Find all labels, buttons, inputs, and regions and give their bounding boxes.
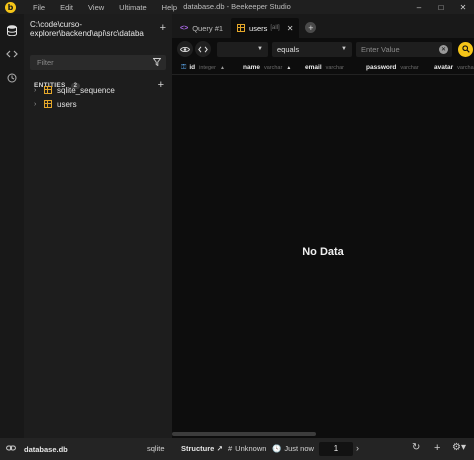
column-header-id[interactable]: ⚿ id integer ▲: [172, 64, 234, 72]
chevron-right-icon[interactable]: ›: [34, 87, 42, 94]
history-icon[interactable]: [0, 66, 24, 90]
database-icon[interactable]: [0, 18, 24, 42]
chevron-right-icon[interactable]: ›: [34, 101, 42, 108]
table-icon: [44, 86, 52, 94]
eye-icon[interactable]: [177, 41, 193, 57]
row-count: # Unknown: [228, 444, 267, 453]
column-select[interactable]: ▼: [217, 41, 268, 57]
column-header-row: ⚿ id integer ▲ name varchar ▲ email varc…: [172, 61, 474, 75]
sidebar-item-users[interactable]: › users: [34, 98, 77, 110]
column-name: id: [189, 64, 196, 71]
add-connection-button[interactable]: +: [160, 23, 166, 34]
window-controls: – □ ✕: [408, 0, 474, 14]
filter-bar: ▼ equals ▼ ✕: [172, 38, 474, 60]
column-type: integer: [199, 64, 216, 71]
column-header-password[interactable]: password varchar: [356, 64, 432, 71]
add-row-button[interactable]: +: [434, 442, 440, 454]
column-name: avatar: [434, 64, 454, 71]
menu-edit[interactable]: Edit: [60, 3, 73, 12]
title-bar: b File Edit View Ultimate Help database.…: [0, 0, 474, 14]
activity-bar: [0, 14, 24, 438]
search-button[interactable]: [458, 41, 473, 57]
search-icon: [461, 45, 470, 53]
column-header-avatar[interactable]: avatar varchar: [432, 64, 474, 71]
tab-users[interactable]: users [all] ✕: [231, 18, 300, 38]
caret-down-icon: ▼: [341, 46, 347, 52]
clear-icon[interactable]: ✕: [439, 44, 448, 54]
next-page-icon[interactable]: ›: [356, 443, 359, 453]
connection-path: C:\code\curso- explorer\backend\api\src\…: [30, 20, 144, 38]
menu-bar: File Edit View Ultimate Help: [33, 3, 192, 12]
add-entity-button[interactable]: +: [158, 79, 164, 91]
close-tab-icon[interactable]: ✕: [287, 24, 294, 33]
empty-state-message: No Data: [302, 246, 344, 258]
sort-icon[interactable]: ▲: [220, 65, 225, 71]
table-icon: [237, 24, 246, 32]
column-type: varchar: [263, 64, 283, 71]
column-type: varchar: [400, 64, 419, 71]
minimize-button[interactable]: –: [408, 0, 430, 14]
gear-icon[interactable]: ⚙▾: [452, 442, 466, 453]
column-type: varchar: [457, 64, 474, 71]
menu-view[interactable]: View: [88, 3, 104, 12]
filter-value-field: ✕: [356, 41, 452, 57]
hash-icon: #: [228, 444, 233, 453]
database-type: sqlite: [147, 444, 165, 453]
last-updated: 🕓 Just now: [272, 444, 314, 453]
horizontal-scrollbar[interactable]: [172, 432, 316, 436]
sidebar: C:\code\curso- explorer\backend\api\src\…: [24, 14, 172, 438]
sidebar-item-label: sqlite_sequence: [57, 85, 115, 95]
connection-name[interactable]: database.db: [24, 445, 68, 454]
sidebar-filter: [30, 55, 166, 70]
column-header-email[interactable]: email varchar: [296, 64, 356, 71]
menu-file[interactable]: File: [33, 3, 45, 12]
column-name: email: [305, 64, 322, 71]
raw-filter-code-icon[interactable]: [195, 41, 211, 57]
sort-icon[interactable]: ▲: [286, 65, 291, 71]
code-icon[interactable]: [0, 42, 24, 66]
operator-select-value: equals: [277, 44, 300, 54]
close-window-button[interactable]: ✕: [452, 0, 474, 14]
filter-icon[interactable]: [153, 58, 161, 66]
structure-label: Structure: [181, 444, 215, 453]
filter-input[interactable]: [30, 58, 150, 67]
menu-help[interactable]: Help: [162, 3, 177, 12]
external-link-icon: ↗: [216, 444, 223, 453]
structure-button[interactable]: Structure ↗: [181, 444, 223, 453]
menu-ultimate[interactable]: Ultimate: [119, 3, 147, 12]
page-number-input[interactable]: 1: [319, 442, 353, 456]
column-type: varchar: [325, 64, 344, 71]
caret-down-icon: ▼: [257, 46, 263, 52]
refresh-icon[interactable]: ↻: [412, 442, 420, 453]
main-panel: <> Query #1 users [all] ✕ + ▼ equals ▼ ✕: [172, 14, 474, 438]
tab-sublabel: [all]: [270, 25, 280, 31]
status-bar: database.db sqlite Structure ↗ # Unknown …: [0, 438, 474, 460]
new-tab-button[interactable]: +: [305, 22, 317, 33]
primary-key-icon: ⚿: [181, 63, 187, 71]
column-name: name: [243, 64, 260, 71]
sidebar-item-sqlite-sequence[interactable]: › sqlite_sequence: [34, 84, 115, 96]
column-name: password: [366, 64, 397, 71]
tab-label: Query #1: [192, 23, 224, 33]
tab-label: users: [249, 23, 268, 33]
table-icon: [44, 100, 52, 108]
operator-select[interactable]: equals ▼: [272, 41, 352, 57]
clock-icon: 🕓: [272, 444, 282, 453]
query-code-icon: <>: [180, 24, 189, 32]
sidebar-item-label: users: [57, 99, 77, 109]
filter-value-input[interactable]: [356, 44, 436, 54]
maximize-button[interactable]: □: [430, 0, 452, 14]
beekeeper-logo-icon: b: [5, 1, 16, 13]
tab-query-1[interactable]: <> Query #1: [174, 18, 229, 38]
column-header-name[interactable]: name varchar ▲: [234, 64, 296, 71]
tab-bar: <> Query #1 users [all] ✕ +: [172, 14, 474, 38]
connection-link-icon[interactable]: [6, 444, 16, 454]
